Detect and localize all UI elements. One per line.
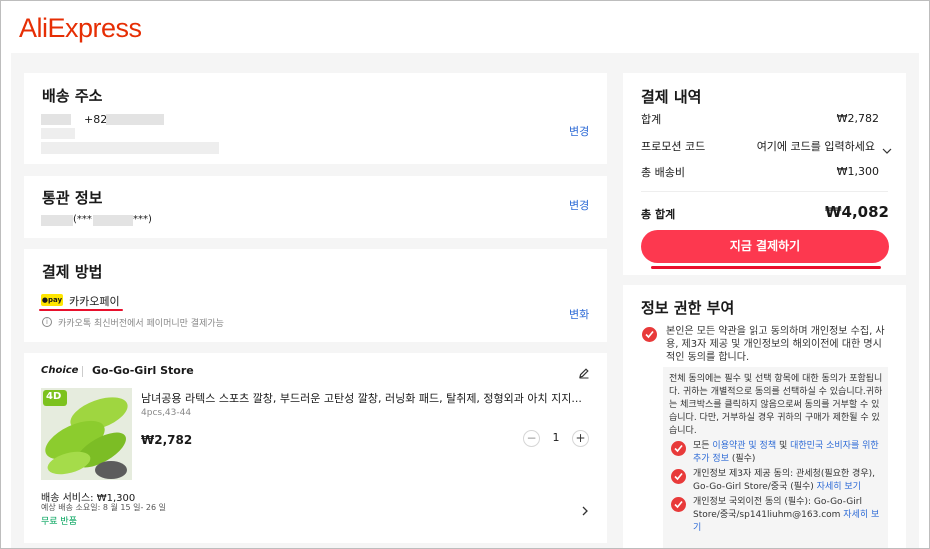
consent-all-checkbox[interactable]	[642, 327, 657, 342]
consent-all-text: 본인은 모든 약관을 읽고 동의하며 개인정보 수집, 사용, 제3자 제공 및…	[666, 326, 885, 363]
consent-card: 정보 권한 부여 본인은 모든 약관을 읽고 동의하며 개인정보 수집, 사용,…	[623, 285, 906, 548]
payment-change-link[interactable]: 변화	[569, 306, 589, 322]
customs-masked-id: (***	[73, 214, 92, 225]
choice-label: Choice	[41, 365, 79, 376]
redacted-phone	[106, 114, 164, 125]
kakaopay-badge: ●pay	[41, 294, 63, 306]
pay-now-button[interactable]: 지금 결제하기	[641, 230, 889, 263]
consent-terms-text: 모든 이용약관 및 정책 및 대한민국 소비자를 위한 추가 정보 (필수)	[693, 440, 883, 466]
product-title[interactable]: 남녀공용 라텍스 스포츠 깔창, 부드러운 고탄성 깔창, 러닝화 패드, 탈취…	[141, 390, 586, 406]
pay-button-underline	[651, 266, 881, 269]
order-summary-title: 결제 내역	[641, 88, 702, 106]
product-variant: 4pcs,43-44	[141, 408, 192, 418]
edit-icon[interactable]	[578, 364, 590, 379]
consent-terms-mid: 및	[776, 441, 791, 451]
redacted-address-line-1	[41, 128, 75, 139]
phone-prefix: +82	[84, 113, 108, 126]
redacted-customs-name	[41, 215, 73, 226]
promo-code-label: 프로모션 코드	[641, 140, 706, 153]
grand-total-value: ₩4,082	[825, 203, 889, 221]
payment-method-title: 결제 방법	[42, 263, 103, 281]
payment-notice: 카카오톡 최신버전에서 페이머니만 결제가능	[58, 319, 224, 329]
consent-terms-post: (필수)	[728, 454, 756, 464]
payment-method-card: 결제 방법 ●pay 카카오페이 i 카카오톡 최신버전에서 페이머니만 결제가…	[24, 249, 607, 342]
quantity-decrease-button[interactable]: −	[523, 430, 540, 447]
shipping-change-link[interactable]: 변경	[569, 123, 589, 139]
customs-masked-tail: ***)	[133, 214, 152, 225]
delivery-estimate: 예상 배송 소요일: 8 월 15 일- 26 일	[41, 503, 166, 512]
store-name[interactable]: Go-Go-Girl Store	[92, 364, 194, 377]
choice-divider	[82, 366, 83, 377]
subtotal-value: ₩2,782	[836, 112, 879, 125]
promo-code-input[interactable]: 여기에 코드를 입력하세요	[757, 138, 875, 154]
payment-method-underline	[39, 309, 123, 311]
consent-transfer-checkbox[interactable]	[671, 497, 686, 512]
shipping-total-value: ₩1,300	[836, 165, 879, 178]
product-image[interactable]: 4D	[41, 388, 132, 480]
customs-info-card: 통관 정보 (*** ***) 변경	[24, 176, 607, 238]
third-party-details-link[interactable]: 자세히 보기	[817, 482, 861, 492]
terms-policy-link[interactable]: 이용약관 및 정책	[712, 441, 776, 451]
customs-info-title: 통관 정보	[42, 189, 103, 207]
grand-total-label: 총 합계	[641, 208, 676, 221]
consent-terms-pre: 모든	[693, 441, 713, 451]
store-item-card: Choice Go-Go-Girl Store 4D 남녀공용 라텍스 스포츠 …	[24, 353, 607, 543]
checkout-window: AliExpress 배송 주소 +82 변경 통관 정보 (*** ***) …	[0, 0, 930, 549]
shipping-address-title: 배송 주소	[42, 87, 103, 105]
product-price: ₩2,782	[141, 433, 193, 447]
customs-change-link[interactable]: 변경	[569, 197, 589, 213]
redacted-address-line-2	[41, 142, 219, 154]
quantity-value[interactable]: 1	[551, 431, 561, 444]
consent-title: 정보 권한 부여	[641, 299, 735, 317]
chevron-right-icon[interactable]	[581, 501, 589, 516]
subtotal-label: 합계	[641, 113, 662, 126]
consent-third-party-text: 개인정보 제3자 제공 동의: 관세청(필요한 경우), Go-Go-Girl …	[693, 468, 883, 494]
redacted-customs-number	[93, 215, 133, 226]
redacted-name	[41, 114, 71, 125]
aliexpress-logo[interactable]: AliExpress	[19, 13, 142, 44]
chevron-down-icon[interactable]	[882, 140, 892, 154]
payment-method-name[interactable]: 카카오페이	[69, 293, 120, 309]
summary-divider	[641, 191, 888, 192]
consent-note: 전체 동의에는 필수 및 선택 항목에 대한 동의가 포함됩니다. 귀하는 개별…	[669, 374, 883, 436]
shipping-total-label: 총 배송비	[641, 166, 685, 179]
consent-third-party-checkbox[interactable]	[671, 469, 686, 484]
quantity-increase-button[interactable]: +	[572, 430, 589, 447]
shipping-address-card: 배송 주소 +82 변경	[24, 73, 607, 164]
consent-transfer-text: 개인정보 국외이전 동의 (필수): Go-Go-Girl Store/중국/s…	[693, 496, 883, 535]
product-image-badge: 4D	[46, 391, 62, 402]
free-return: 무료 반품	[41, 517, 77, 527]
page-header: AliExpress	[1, 1, 929, 53]
info-icon: i	[42, 317, 52, 327]
consent-terms-checkbox[interactable]	[671, 441, 686, 456]
consent-transfer-body: 개인정보 국외이전 동의 (필수): Go-Go-Girl Store/중국/s…	[693, 497, 862, 520]
